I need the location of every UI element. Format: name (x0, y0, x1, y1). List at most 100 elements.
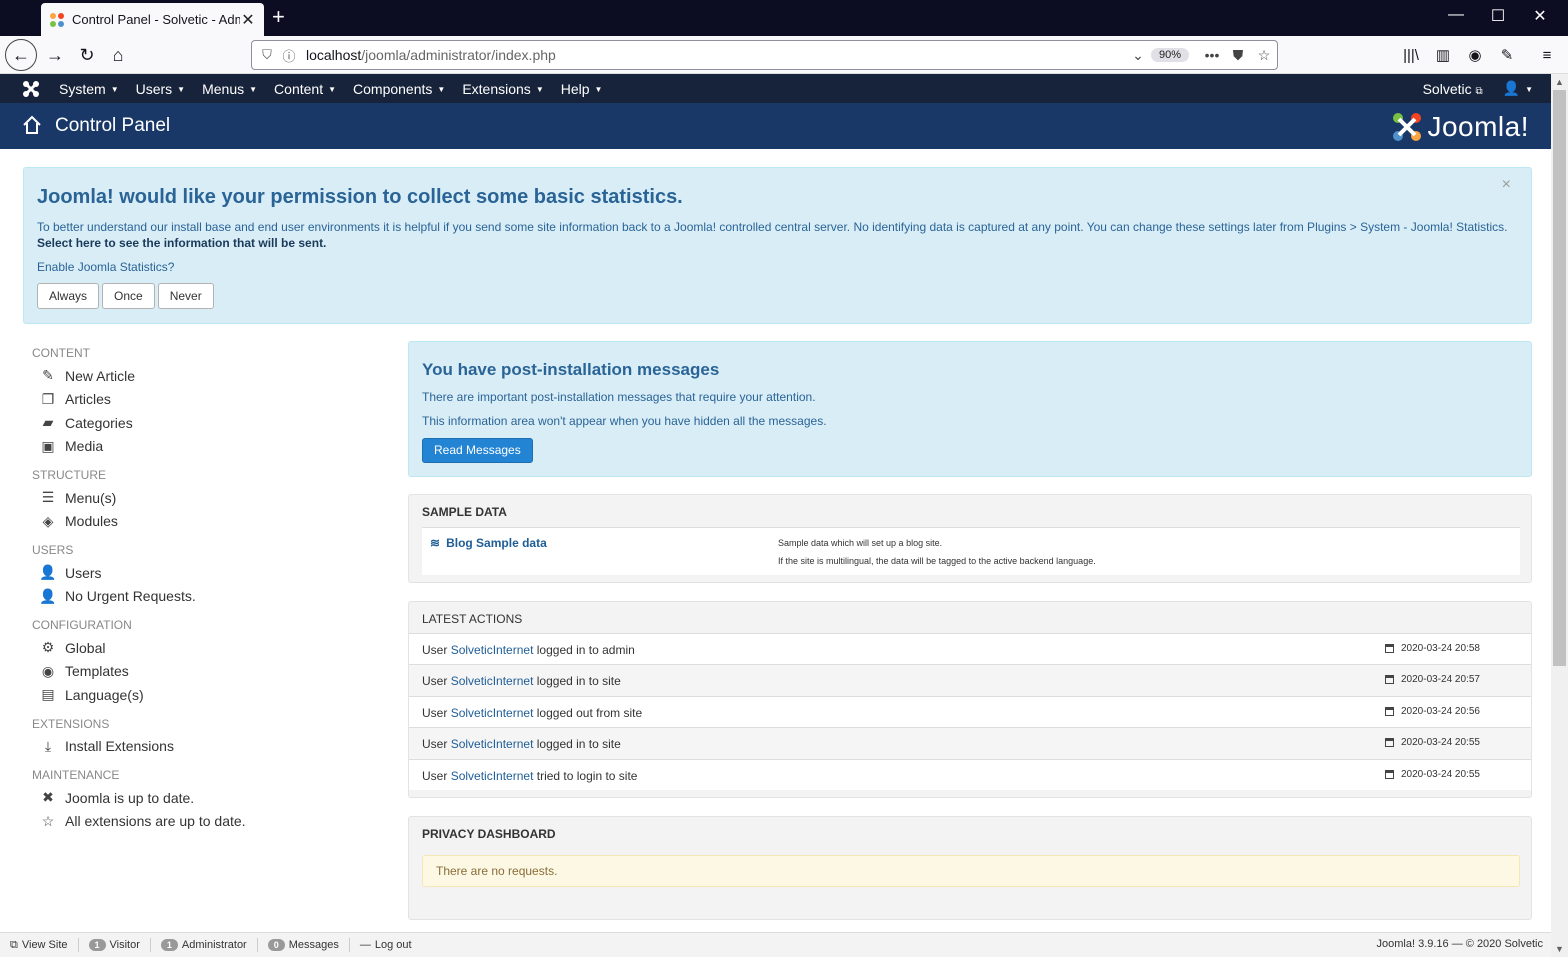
minimize-icon[interactable]: — (1446, 6, 1466, 24)
shield-icon[interactable]: ⛉ (256, 47, 278, 63)
quick-icons-sidebar: CONTENT ✎ New Article ❐ Articles ▰ Categori… (23, 340, 383, 833)
user-link[interactable]: SolveticInternet (451, 643, 534, 657)
back-icon[interactable]: ← (5, 39, 37, 71)
page-scrollbar[interactable]: ▲ ▼ (1551, 74, 1568, 957)
user-link[interactable]: SolveticInternet (451, 769, 534, 783)
scroll-down-icon[interactable]: ▼ (1551, 944, 1568, 954)
statistics-heading: Joomla! would like your permission to co… (37, 186, 683, 208)
home-icon[interactable]: ⌂ (103, 40, 133, 70)
user-menu[interactable]: 👤 ▼ (1503, 80, 1533, 97)
sidebar-item-new-article[interactable]: ✎ New Article (23, 364, 383, 388)
blog-sample-link[interactable]: ≋ Blog Sample data (430, 536, 547, 550)
tab-close-icon[interactable]: ✕ (240, 10, 256, 30)
calendar-icon (1385, 769, 1394, 779)
minus-icon: — (359, 939, 371, 951)
admin-statusbar: ⧉ View Site 1 Visitor 1 Administrator 0 Mess… (0, 932, 1551, 957)
once-button[interactable]: Once (102, 283, 155, 309)
sidebar-toggle-icon[interactable]: ▥ (1428, 40, 1458, 70)
menu-help[interactable]: Help ▼ (561, 81, 603, 97)
new-tab-icon[interactable]: + (272, 6, 285, 28)
pocket-icon[interactable]: ⛊ (1225, 47, 1251, 64)
sidebar-item-users[interactable]: 👤 Users (23, 561, 383, 585)
sidebar-item-install-extensions[interactable]: ⤓ Install Extensions (23, 735, 383, 759)
always-button[interactable]: Always (37, 283, 100, 309)
no-requests-message: There are no requests. (422, 855, 1520, 887)
sidebar-item-requests[interactable]: 👤 No Urgent Requests. (23, 585, 383, 609)
calendar-icon (1385, 706, 1394, 716)
menu-system[interactable]: System ▼ (59, 81, 119, 97)
privacy-dashboard-panel: PRIVACY DASHBOARD There are no requests. (408, 816, 1532, 920)
more-actions-icon[interactable]: ••• (1199, 47, 1225, 63)
sidebar-item-templates[interactable]: ◉ Templates (23, 660, 383, 684)
zoom-badge[interactable]: 90% (1150, 48, 1189, 62)
maximize-icon[interactable]: ☐ (1488, 6, 1508, 26)
scrollbar-thumb[interactable] (1553, 90, 1566, 666)
admin-topmenu: System ▼ Users ▼ Menus ▼ Content ▼ Component… (0, 74, 1551, 103)
dropdown-chevron-icon[interactable]: ⌄ (1125, 47, 1151, 64)
extension-icon[interactable]: ✎ (1492, 40, 1522, 70)
forward-icon[interactable]: → (40, 40, 70, 70)
sidebar-item-languages[interactable]: ▤ Language(s) (23, 683, 383, 707)
tab-title: Control Panel - Solvetic - Administratio… (72, 12, 240, 27)
visitor-count[interactable]: 1 Visitor (88, 939, 140, 951)
latest-actions-panel: LATEST ACTIONS User SolveticInternet log… (408, 601, 1532, 798)
sidebar-item-articles[interactable]: ❐ Articles (23, 388, 383, 412)
account-icon[interactable]: ◉ (1460, 40, 1490, 70)
caret-down-icon: ▼ (177, 85, 186, 95)
url-bar[interactable]: ⛉ ⓘ localhost/joomla/administrator/index… (251, 40, 1278, 70)
menu-hamburger-icon[interactable]: ≡ (1532, 40, 1562, 70)
scroll-up-icon[interactable]: ▲ (1551, 77, 1568, 87)
window-close-icon[interactable]: ✕ (1530, 6, 1550, 26)
cube-icon: ◈ (42, 512, 54, 529)
sample-data-panel: SAMPLE DATA ≋ Blog Sample data Sample da… (408, 494, 1532, 583)
never-button[interactable]: Never (157, 283, 214, 309)
caret-down-icon: ▼ (535, 85, 544, 95)
table-row: User SolveticInternet logged in to admin… (409, 633, 1531, 665)
menu-users[interactable]: Users ▼ (136, 81, 185, 97)
user-link[interactable]: SolveticInternet (451, 737, 534, 751)
sidebar-item-modules[interactable]: ◈ Modules (23, 510, 383, 534)
sidebar-item-categories[interactable]: ▰ Categories (23, 411, 383, 435)
site-link[interactable]: Solvetic ⧉ (1423, 81, 1483, 97)
browser-tab[interactable]: Control Panel - Solvetic - Administratio… (41, 3, 264, 36)
select-info-link[interactable]: Select here to see the information that … (37, 236, 326, 250)
messages-count[interactable]: 0 Messages (267, 939, 339, 951)
sidebar-item-joomla-update[interactable]: ✖ Joomla is up to date. (23, 786, 383, 810)
bookmark-star-icon[interactable]: ☆ (1251, 47, 1277, 64)
view-site-link[interactable]: ⧉ View Site (10, 939, 68, 952)
library-icon[interactable]: |||\ (1396, 40, 1426, 70)
administrator-count[interactable]: 1 Administrator (160, 939, 247, 951)
read-messages-button[interactable]: Read Messages (422, 438, 533, 463)
joomla-logo-icon[interactable] (22, 80, 40, 98)
post-installation-alert: You have post-installation messages Ther… (408, 341, 1532, 477)
alert-close-icon[interactable]: × (1502, 176, 1511, 194)
user-link[interactable]: SolveticInternet (451, 706, 534, 720)
sidebar-item-global[interactable]: ⚙ Global (23, 636, 383, 660)
table-row: User SolveticInternet tried to login to … (409, 758, 1531, 790)
latest-actions-heading: LATEST ACTIONS (422, 612, 523, 626)
browser-navbar: ← → ↻ ⌂ ⛉ ⓘ localhost/joomla/administrat… (0, 36, 1568, 74)
topmenu-right: Solvetic ⧉ 👤 ▼ (1423, 74, 1533, 103)
statistics-buttons: Always Once Never (37, 283, 214, 309)
menu-content[interactable]: Content ▼ (274, 81, 336, 97)
menu-menus[interactable]: Menus ▼ (202, 81, 257, 97)
sidebar-heading-users: USERS (32, 543, 74, 557)
user-link[interactable]: SolveticInternet (451, 674, 534, 688)
logout-link[interactable]: — Log out (360, 939, 412, 951)
url-text[interactable]: localhost/joomla/administrator/index.php (300, 47, 1125, 63)
image-icon: ▣ (41, 437, 55, 454)
sidebar-item-extensions-update[interactable]: ☆ All extensions are up to date. (23, 810, 383, 834)
sidebar-item-menus[interactable]: ☰ Menu(s) (23, 486, 383, 510)
menu-extensions[interactable]: Extensions ▼ (462, 81, 543, 97)
wifi-icon: ≋ (430, 536, 441, 550)
calendar-icon (1385, 738, 1394, 748)
sample-data-heading: SAMPLE DATA (422, 505, 507, 519)
visitor-badge: 1 (88, 939, 106, 951)
sample-data-row: ≋ Blog Sample data Sample data which wil… (422, 527, 1520, 575)
menu-components[interactable]: Components ▼ (353, 81, 445, 97)
sidebar-item-media[interactable]: ▣ Media (23, 435, 383, 459)
sample-data-desc1: Sample data which will set up a blog sit… (778, 538, 943, 548)
user-icon: 👤 (1502, 80, 1521, 96)
info-icon[interactable]: ⓘ (278, 46, 300, 65)
reload-icon[interactable]: ↻ (72, 40, 102, 70)
